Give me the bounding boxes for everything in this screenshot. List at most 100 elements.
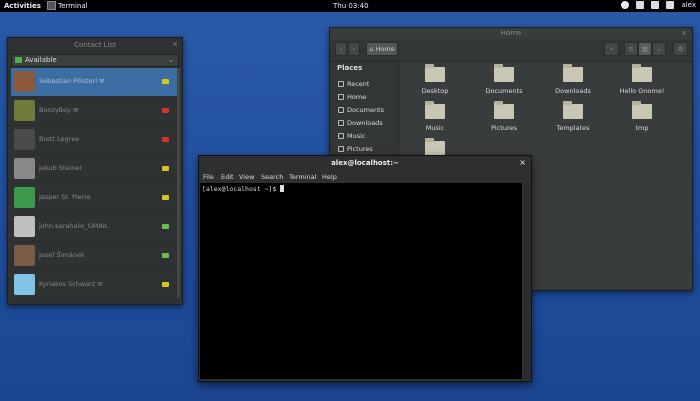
contact-name: Jakub Steiner — [39, 164, 83, 172]
file-item[interactable]: tmp — [612, 101, 672, 132]
window-title: alex@localhost:~ — [331, 159, 399, 167]
settings-button[interactable]: ⚙ — [673, 42, 688, 56]
scrollbar[interactable] — [524, 183, 530, 379]
path-button-home[interactable]: ⌂ Home — [366, 42, 398, 56]
place-icon — [338, 81, 344, 87]
file-item[interactable]: Templates — [543, 101, 603, 132]
status-icon — [162, 166, 169, 171]
contact-row[interactable]: Kyriakos Schwarz ✉ — [11, 271, 177, 300]
volume-icon[interactable] — [651, 1, 660, 9]
sidebar-item-documents[interactable]: Documents — [338, 106, 384, 114]
contact-row[interactable]: Jakub Steiner — [11, 155, 177, 184]
status-icon — [162, 253, 169, 258]
menu-item-search[interactable]: Search — [261, 173, 283, 181]
avatar — [14, 216, 35, 237]
file-item[interactable]: Documents — [474, 64, 534, 95]
terminal-window: alex@localhost:~ × File Edit View Search Ter… — [198, 155, 532, 382]
list-view-button[interactable]: ≡ — [624, 42, 638, 56]
menu-item-edit[interactable]: Edit — [221, 173, 234, 181]
contact-row[interactable]: Sebastian Pölsterl ✉ — [11, 68, 177, 97]
accessibility-icon[interactable] — [621, 1, 630, 9]
back-button[interactable]: ‹ — [335, 42, 347, 56]
search-button[interactable]: ⌕ — [604, 42, 619, 56]
contact-row[interactable]: john.karahalis_GMAIL — [11, 213, 177, 242]
avatar — [14, 129, 35, 150]
window-title: Home — [500, 29, 522, 37]
menu-item-help[interactable]: Help — [322, 173, 337, 181]
chat-icon[interactable] — [666, 1, 675, 9]
sidebar-item-pictures[interactable]: Pictures — [338, 145, 373, 153]
avatar — [14, 158, 35, 179]
system-tray: alex — [621, 1, 696, 9]
close-icon[interactable]: × — [519, 158, 526, 167]
window-title: Contact List — [74, 41, 116, 49]
close-icon[interactable]: × — [172, 40, 178, 48]
file-item[interactable]: Music — [405, 101, 465, 132]
user-menu[interactable]: alex — [681, 1, 696, 9]
search-icon: ⌕ — [609, 45, 614, 53]
sidebar-item-home[interactable]: Home — [338, 93, 366, 101]
presence-selector[interactable]: Available ⌄ — [11, 54, 179, 67]
status-icon — [162, 195, 169, 200]
grid-view-button[interactable]: ▦ — [638, 42, 652, 56]
chevron-down-icon: ⌄ — [656, 45, 662, 53]
avatar — [14, 245, 35, 266]
activities-button[interactable]: Activities — [4, 2, 41, 10]
view-options-button[interactable]: ⌄ — [652, 42, 666, 56]
place-icon — [338, 133, 344, 139]
contact-name: Kyriakos Schwarz ✉ — [39, 280, 103, 288]
sidebar-item-recent[interactable]: Recent — [338, 80, 369, 88]
status-icon — [162, 224, 169, 229]
avatar — [14, 274, 35, 295]
folder-icon — [494, 101, 514, 119]
file-item[interactable]: Pictures — [474, 101, 534, 132]
menu-item-file[interactable]: File — [203, 173, 214, 181]
folder-icon — [425, 101, 445, 119]
terminal-screen[interactable]: [alex@localhost ~]$ — [200, 183, 522, 379]
list-icon: ≡ — [628, 45, 634, 53]
forward-button[interactable]: › — [348, 42, 360, 56]
file-item[interactable]: Hello Gnome! — [612, 64, 672, 95]
contact-name: john.karahalis_GMAIL — [39, 222, 109, 230]
contact-row[interactable]: Brett Legree — [11, 126, 177, 155]
contact-name: Jasper St. Pierre — [39, 193, 91, 201]
avatar — [14, 187, 35, 208]
avatar — [14, 100, 35, 121]
terminal-app-icon[interactable] — [47, 1, 56, 10]
scrollbar[interactable] — [177, 68, 180, 298]
folder-icon — [632, 101, 652, 119]
app-menu[interactable]: Terminal — [58, 2, 88, 10]
status-icon — [162, 137, 169, 142]
close-icon[interactable]: × — [681, 29, 687, 37]
clock[interactable]: Thu 03:40 — [333, 2, 369, 10]
contact-name: Josef Šimánek — [39, 251, 85, 259]
gear-icon: ⚙ — [677, 45, 684, 53]
status-icon — [162, 108, 169, 113]
folder-icon — [563, 101, 583, 119]
contact-row[interactable]: BoozyBoy ✉ — [11, 97, 177, 126]
contact-name: BoozyBoy ✉ — [39, 106, 79, 114]
sidebar-item-music[interactable]: Music — [338, 132, 366, 140]
network-icon[interactable] — [636, 1, 645, 9]
status-icon — [162, 79, 169, 84]
contact-row[interactable]: Jasper St. Pierre — [11, 184, 177, 213]
prompt: [alex@localhost ~]$ — [202, 185, 281, 193]
file-item[interactable]: Desktop — [405, 64, 465, 95]
sidebar-item-downloads[interactable]: Downloads — [338, 119, 383, 127]
status-icon — [162, 282, 169, 287]
menu-item-view[interactable]: View — [239, 173, 254, 181]
place-icon — [338, 120, 344, 126]
file-item[interactable]: Downloads — [543, 64, 603, 95]
menu-item-terminal[interactable]: Terminal — [289, 173, 316, 181]
toolbar: ‹ › ⌂ Home ⌕ ≡ ▦ ⌄ ⚙ — [330, 39, 692, 62]
home-icon: ⌂ — [369, 45, 374, 53]
contact-list: Sebastian Pölsterl ✉ BoozyBoy ✉ Brett Legr… — [11, 68, 177, 300]
top-bar: Activities Terminal Thu 03:40 alex — [0, 0, 700, 12]
folder-icon — [425, 64, 445, 82]
cursor — [280, 185, 285, 192]
contact-row[interactable]: Josef Šimánek — [11, 242, 177, 271]
folder-icon — [632, 64, 652, 82]
place-icon — [338, 94, 344, 100]
presence-icon — [15, 57, 22, 63]
presence-label: Available — [25, 56, 57, 64]
